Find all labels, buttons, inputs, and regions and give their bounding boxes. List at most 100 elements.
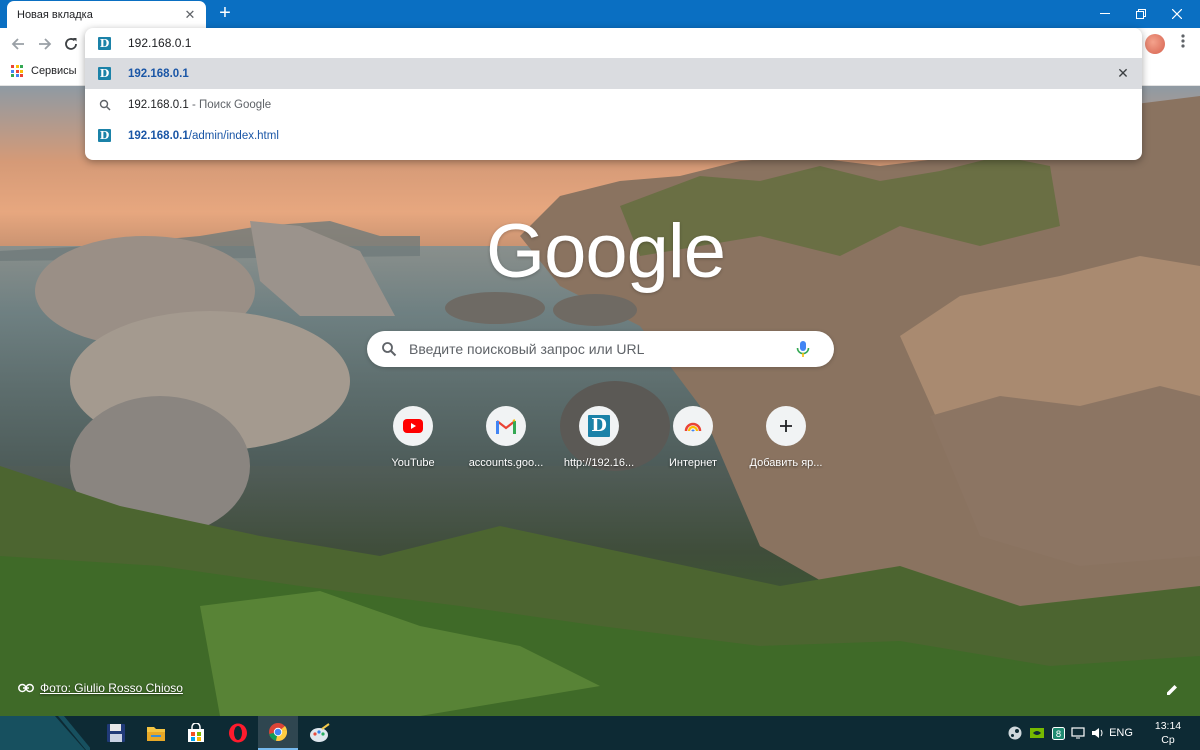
steam-icon [1008, 726, 1022, 740]
tray-network-icon[interactable] [1068, 716, 1088, 750]
security-icon: 8 [1051, 726, 1065, 740]
shortcut-label: Интернет [669, 457, 717, 469]
save-icon [107, 724, 125, 742]
new-tab-button[interactable]: + [214, 3, 236, 24]
suggestion-text: 192.168.0.1 [128, 68, 189, 80]
gmail-icon [496, 418, 516, 434]
dlink-icon: D [588, 415, 610, 437]
wallpaper [0, 86, 1200, 716]
tab-title: Новая вкладка [17, 8, 93, 21]
shortcut-icon-circle [673, 406, 713, 446]
tray-language[interactable]: ENG [1108, 716, 1134, 750]
reload-button[interactable] [59, 32, 83, 56]
plus-icon [780, 420, 792, 432]
network-icon [1071, 727, 1085, 739]
tray-steam-icon[interactable] [1004, 716, 1026, 750]
shortcut-youtube[interactable]: YouTube [365, 406, 461, 486]
close-icon [1172, 9, 1182, 19]
shortcut-internet[interactable]: Интернет [645, 406, 741, 486]
clock-time: 13:14 [1154, 720, 1182, 732]
file-explorer-icon [147, 727, 165, 741]
tab-new-tab[interactable]: Новая вкладка ✕ [7, 1, 206, 28]
link-icon [18, 683, 34, 693]
forward-button[interactable] [33, 32, 57, 56]
suggestion-hint: Поиск Google [199, 98, 272, 111]
shortcut-label: accounts.goo... [468, 457, 544, 469]
dlink-favicon-icon: D [98, 36, 111, 50]
suggestion-text: 192.168.0.1/admin/index.html [128, 130, 279, 142]
tab-close-icon[interactable]: ✕ [182, 7, 198, 23]
dlink-favicon-icon: D [98, 67, 111, 80]
suggestion-text: 192.168.0.1 - Поиск Google [128, 99, 271, 111]
back-button[interactable] [6, 32, 30, 56]
suggestion-row[interactable]: 192.168.0.1 - Поиск Google [85, 89, 1142, 120]
shortcut-label: Добавить яр... [749, 457, 823, 469]
chrome-icon [269, 723, 288, 742]
ntp-search-input[interactable] [409, 341, 789, 357]
taskbar-chrome-app[interactable] [258, 716, 298, 750]
suggestion-path: /admin/index.html [188, 129, 279, 142]
suggestion-row[interactable]: D 192.168.0.1/admin/index.html [85, 120, 1142, 151]
restore-icon [1136, 9, 1146, 19]
taskbar-paint-app[interactable] [300, 716, 340, 750]
store-icon [188, 723, 204, 742]
volume-icon [1092, 728, 1103, 738]
dlink-favicon-icon: D [98, 129, 111, 142]
svg-text:8: 8 [1055, 730, 1061, 740]
forward-arrow-icon [39, 38, 52, 50]
shortcut-router[interactable]: D http://192.16... [551, 406, 647, 486]
tray-security-icon[interactable]: 8 [1048, 716, 1068, 750]
search-icon [382, 342, 397, 357]
apps-grid-icon [11, 65, 23, 77]
shortcut-add[interactable]: Добавить яр... [738, 406, 834, 486]
reload-icon [65, 38, 77, 50]
taskbar-opera-app[interactable] [218, 716, 258, 750]
shortcut-icon-circle [766, 406, 806, 446]
photo-credit-text: Фото: Giulio Rosso Chioso [40, 681, 183, 695]
address-bar: D [85, 28, 1142, 58]
photo-credit-link[interactable]: Фото: Giulio Rosso Chioso [18, 681, 183, 695]
clock-date: Ср 24.02.21 [1148, 734, 1189, 750]
pencil-icon[interactable] [1164, 682, 1180, 698]
shortcut-icon-circle [393, 406, 433, 446]
apps-bookmark[interactable]: Сервисы [11, 65, 77, 77]
suggestion-match: 192.168.0.1 [128, 67, 189, 80]
start-button[interactable] [0, 716, 90, 750]
suggestion-separator: - [188, 98, 199, 111]
opera-icon [229, 723, 247, 743]
suggestion-query: 192.168.0.1 [128, 98, 189, 111]
tray-volume-icon[interactable] [1088, 716, 1108, 750]
close-window-button[interactable] [1154, 0, 1200, 28]
wallpaper-landscape [0, 96, 1200, 716]
taskbar-clock[interactable]: 13:14 Ср 24.02.21 [1140, 719, 1196, 750]
shortcut-icon-circle: D [579, 406, 619, 446]
shortcut-label: YouTube [391, 457, 435, 469]
remove-suggestion-icon[interactable]: ✕ [1116, 65, 1130, 81]
title-bar: Новая вкладка ✕ + [0, 0, 1200, 28]
ntp-search-box[interactable] [367, 331, 834, 367]
chrome-menu-button[interactable] [1176, 34, 1190, 54]
profile-avatar[interactable] [1145, 34, 1165, 54]
more-vert-icon [1181, 34, 1185, 48]
shortcut-label: http://192.16... [563, 457, 635, 469]
apps-label: Сервисы [31, 65, 77, 77]
taskbar-save-app[interactable] [96, 716, 136, 750]
internet-icon [684, 422, 702, 432]
suggestion-row[interactable]: D 192.168.0.1 ✕ [85, 58, 1142, 89]
microphone-icon[interactable] [795, 340, 811, 358]
omnibox-dropdown: D D 192.168.0.1 ✕ 192.168.0.1 - Поиск Go… [85, 28, 1142, 160]
minimize-icon [1100, 13, 1110, 14]
suggestion-match: 192.168.0.1 [128, 129, 189, 142]
nvidia-icon [1030, 728, 1044, 738]
search-icon [99, 99, 111, 111]
paint-icon [310, 723, 330, 742]
address-input[interactable] [128, 32, 728, 54]
back-arrow-icon [11, 38, 24, 50]
taskbar-store-app[interactable] [176, 716, 216, 750]
google-logo: Google [486, 209, 726, 294]
youtube-icon [403, 419, 423, 433]
shortcut-gmail[interactable]: accounts.goo... [458, 406, 554, 486]
shortcut-icon-circle [486, 406, 526, 446]
tray-nvidia-icon[interactable] [1026, 716, 1048, 750]
taskbar-explorer-app[interactable] [136, 716, 176, 750]
